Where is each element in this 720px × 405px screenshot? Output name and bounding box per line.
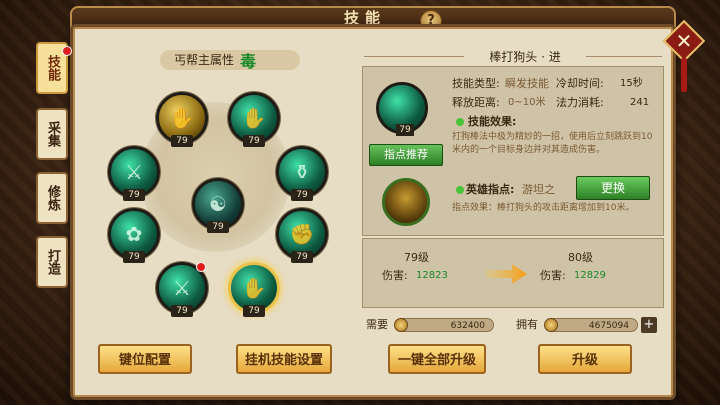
auto-skill-settings-button[interactable]: 挂机技能设置 <box>236 344 332 374</box>
current-damage-label: 伤害: <box>382 269 408 282</box>
next-damage-label: 伤害: <box>540 269 566 282</box>
skill-slot-9-selected[interactable]: ✋ 79 <box>228 262 280 317</box>
hero-name: 游坦之 <box>522 183 555 196</box>
next-damage-value: 12829 <box>574 270 606 281</box>
upgrade-all-button[interactable]: 一键全部升级 <box>388 344 486 374</box>
skill-slot-1[interactable]: ✋ 79 <box>156 92 208 147</box>
main-attribute: 丐帮主属性 毒 <box>160 50 320 71</box>
type-value: 瞬发技能 <box>505 77 549 90</box>
effect-description: 打狗棒法中极为精妙的一招，使用后立刻跳跃到10米内的一个目标身边并对其造成伤害。 <box>452 132 653 155</box>
coin-icon <box>544 318 558 332</box>
tassel-decoration <box>681 58 687 92</box>
skill-notification-dot <box>196 262 206 272</box>
skill-slot-3[interactable]: ⚔ 79 <box>108 146 160 201</box>
hero-bullet-icon <box>456 186 464 194</box>
skill-slot-4[interactable]: ⚱ 79 <box>276 146 328 201</box>
skill-slot-2[interactable]: ✋ 79 <box>228 92 280 147</box>
skill-level: 79 <box>243 305 265 317</box>
tab-forging[interactable]: 打造 <box>36 236 68 288</box>
have-value: 4675094 <box>546 318 638 332</box>
arrow-right-icon <box>486 264 527 284</box>
cooldown-label: 冷却时间: <box>556 77 604 90</box>
divider <box>586 56 662 57</box>
current-damage-value: 12823 <box>416 270 448 281</box>
keybind-config-button[interactable]: 键位配置 <box>98 344 192 374</box>
tab-skills-notification-dot <box>62 46 72 56</box>
skill-level: 79 <box>123 251 145 263</box>
effect-bullet-icon <box>456 118 464 126</box>
range-label: 释放距离: <box>452 96 500 109</box>
skill-slot-7[interactable]: ✊ 79 <box>276 208 328 263</box>
divider <box>364 56 464 57</box>
effect-title: 技能效果: <box>468 115 517 128</box>
skill-slot-5[interactable]: ☯ 79 <box>192 178 244 233</box>
skill-level: 79 <box>123 189 145 201</box>
upgrade-button[interactable]: 升级 <box>538 344 632 374</box>
need-label: 需要 <box>366 318 388 331</box>
add-currency-button[interactable]: + <box>641 317 657 333</box>
skill-level: 79 <box>291 251 313 263</box>
hero-description: 指点效果：棒打狗头的攻击距离增加到10米。 <box>452 203 635 213</box>
current-level: 79级 <box>404 251 429 264</box>
hero-portrait[interactable] <box>382 178 430 226</box>
skill-level: 79 <box>207 221 229 233</box>
skill-level: 79 <box>291 189 313 201</box>
next-level: 80级 <box>568 251 593 264</box>
attribute-value: 毒 <box>240 52 257 71</box>
coin-icon <box>394 318 408 332</box>
skill-level: 79 <box>243 135 265 147</box>
cooldown-value: 15秒 <box>620 78 643 89</box>
need-value: 632400 <box>396 318 494 332</box>
skill-level: 79 <box>171 135 193 147</box>
type-label: 技能类型: <box>452 77 500 90</box>
attribute-label: 丐帮主属性 <box>160 50 300 70</box>
recommend-button[interactable]: 指点推荐 <box>369 144 443 166</box>
tab-gathering[interactable]: 采集 <box>36 108 68 160</box>
selected-skill-level: 79 <box>396 124 414 136</box>
hero-label: 英雄指点: <box>466 183 515 196</box>
have-label: 拥有 <box>516 318 538 331</box>
range-value: 0~10米 <box>508 97 546 108</box>
swap-hero-button[interactable]: 更换 <box>576 176 650 200</box>
skill-name: 棒打狗头 · 进 <box>489 50 561 64</box>
skill-slot-6[interactable]: ✿ 79 <box>108 208 160 263</box>
tab-cultivation[interactable]: 修炼 <box>36 172 68 224</box>
mana-label: 法力消耗: <box>556 96 604 109</box>
mana-value: 241 <box>630 97 650 108</box>
skill-level: 79 <box>171 305 193 317</box>
close-icon: ✕ <box>675 29 693 53</box>
